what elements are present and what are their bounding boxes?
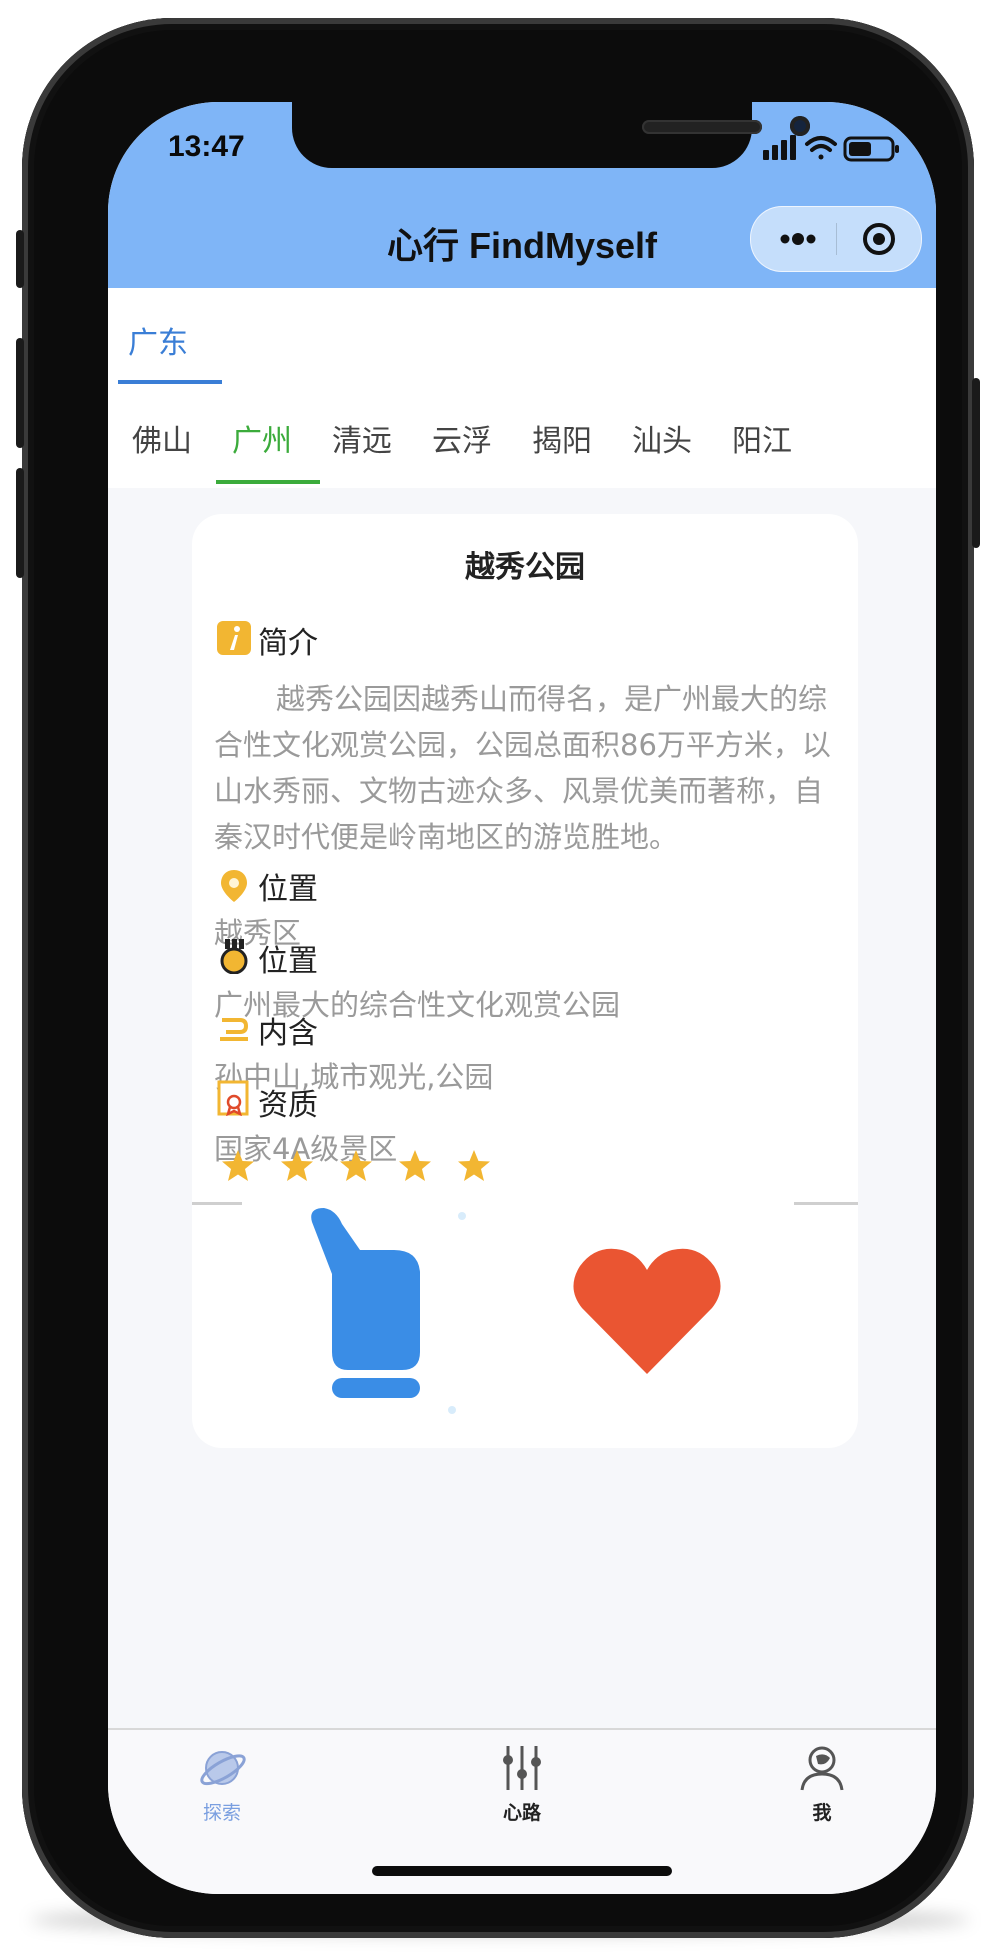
tab-city-shantou[interactable]: 汕头 <box>632 416 692 460</box>
province-active-indicator <box>118 380 222 384</box>
star-icon <box>340 1150 373 1181</box>
intro-label: 简介 <box>258 626 318 661</box>
mini-program-capsule <box>750 206 922 272</box>
battery-icon <box>843 136 899 162</box>
city-tabs: 佛山 广州 清远 云浮 揭阳 汕头 阳江 <box>108 388 936 488</box>
attraction-name: 越秀公园 <box>465 550 585 585</box>
tab-explore[interactable]: 探索 <box>162 1742 282 1825</box>
contains-value: 孙中山,城市观光,公园 <box>214 1060 494 1094</box>
volume-up-button <box>16 338 24 448</box>
silent-switch <box>16 230 24 288</box>
tab-journey[interactable]: 心路 <box>462 1742 582 1825</box>
power-button <box>972 378 980 548</box>
tab-me[interactable]: 我 <box>762 1742 882 1825</box>
location-label: 位置 <box>258 872 318 907</box>
info-icon <box>217 621 251 655</box>
sliders-icon <box>503 1746 541 1790</box>
planet-icon <box>200 1751 246 1786</box>
more-icon[interactable] <box>773 221 823 257</box>
favorite-heart-icon[interactable] <box>572 1246 722 1376</box>
user-icon <box>800 1746 844 1791</box>
tab-city-yangjiang[interactable]: 阳江 <box>732 416 792 460</box>
tab-me-label: 我 <box>812 1802 832 1824</box>
tab-city-qingyuan[interactable]: 清远 <box>332 416 392 460</box>
tab-city-foshan[interactable]: 佛山 <box>132 416 192 460</box>
signal-icon <box>763 135 796 160</box>
capsule-divider <box>836 223 837 255</box>
certificate-icon <box>217 1080 249 1116</box>
medal-icon <box>220 939 248 974</box>
tab-province-guangdong[interactable]: 广东 <box>128 318 188 362</box>
wifi-icon <box>805 136 837 160</box>
city-active-indicator <box>216 480 320 484</box>
nav-header: 13:47 心行 FindMyself <box>108 102 936 288</box>
contains-icon <box>220 1018 249 1041</box>
phone-frame: 13:47 心行 FindMyself 广东 佛山 广州 清远 云浮 揭阳 汕头… <box>16 18 980 1938</box>
rating-stars <box>220 1148 510 1188</box>
screen: 13:47 心行 FindMyself 广东 佛山 广州 清远 云浮 揭阳 汕头… <box>108 102 936 1894</box>
star-icon <box>458 1150 491 1181</box>
tab-city-guangzhou[interactable]: 广州 <box>232 416 292 460</box>
intro-text: 越秀公园因越秀山而得名，是广州最大的综合性文化观赏公园，公园总面积86万平方米，… <box>214 682 831 854</box>
status-icons <box>763 135 899 162</box>
speaker <box>642 120 762 134</box>
thumbs-up-icon[interactable] <box>302 1202 472 1422</box>
province-tabs: 广东 <box>108 288 936 388</box>
star-icon <box>399 1150 432 1181</box>
status-time: 13:47 <box>168 130 245 163</box>
home-indicator <box>372 1866 672 1876</box>
star-icon <box>281 1150 314 1181</box>
star-icon <box>222 1150 254 1181</box>
notch <box>292 102 810 168</box>
location-pin-icon <box>221 870 247 902</box>
volume-down-button <box>16 468 24 578</box>
contains-label: 内含 <box>258 1016 318 1051</box>
tab-city-yunfu[interactable]: 云浮 <box>432 416 492 460</box>
action-area <box>242 1202 794 1422</box>
close-mini-program-icon[interactable] <box>859 221 899 257</box>
feature-label: 位置 <box>258 944 318 979</box>
tab-explore-label: 探索 <box>202 1802 241 1824</box>
tab-city-jieyang[interactable]: 揭阳 <box>532 416 592 460</box>
qualification-label: 资质 <box>258 1088 318 1123</box>
tab-journey-label: 心路 <box>502 1802 541 1824</box>
